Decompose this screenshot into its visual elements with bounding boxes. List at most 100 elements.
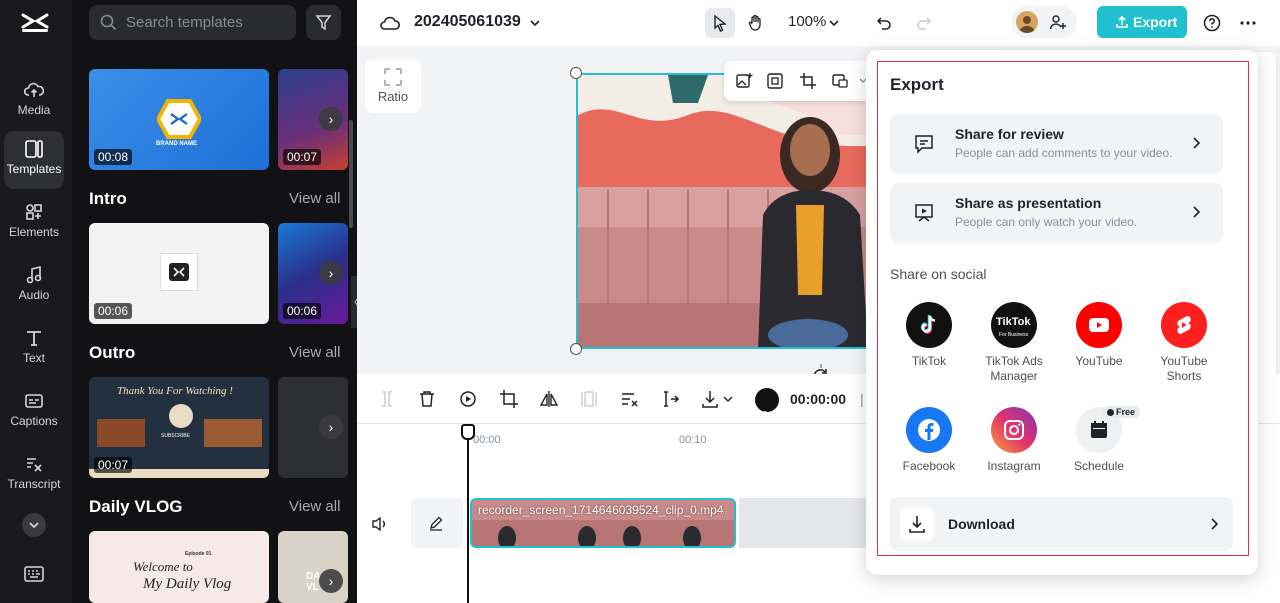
export-popup-title: Export: [890, 75, 944, 94]
export-button-label: Export: [1133, 14, 1178, 30]
download-icon: [909, 516, 925, 533]
template-thumb-brand[interactable]: BRAND NAME 00:08: [89, 69, 269, 170]
freeze-icon[interactable]: [579, 389, 599, 409]
nav-elements[interactable]: Elements: [4, 194, 64, 252]
undo-button[interactable]: [869, 8, 899, 38]
scroll-right-button[interactable]: ›: [319, 261, 343, 285]
split-icon[interactable]: [377, 389, 397, 409]
redo-button[interactable]: [909, 8, 939, 38]
collaborators-group[interactable]: [1011, 6, 1077, 38]
hand-icon: [748, 14, 761, 31]
keyboard-shortcuts-button[interactable]: [24, 566, 44, 587]
nav-media[interactable]: Media: [4, 72, 64, 130]
crop-icon[interactable]: [499, 389, 519, 409]
nav-audio-label: Audio: [18, 288, 50, 302]
help-button[interactable]: [1197, 8, 1227, 38]
templates-panel: Search templates BRAND NAME 00:08 00:07 …: [72, 0, 357, 603]
edit-cover-button[interactable]: [411, 498, 463, 548]
chevron-down-icon[interactable]: [828, 17, 840, 29]
delete-icon[interactable]: [417, 389, 437, 409]
clip-name: recorder_screen_1714646039524_clip_0.mp4: [478, 503, 724, 517]
playhead[interactable]: [467, 424, 469, 603]
template-thumb-outro-1[interactable]: Thank You For Watching ! SUBSCRIBE 00:07: [89, 377, 269, 478]
view-all-vlog-link[interactable]: View all: [289, 498, 340, 515]
replace-icon[interactable]: [831, 72, 849, 90]
nav-captions[interactable]: Captions: [4, 383, 64, 441]
scroll-right-button[interactable]: ›: [319, 107, 343, 131]
scroll-right-button[interactable]: ›: [319, 415, 343, 439]
volume-icon[interactable]: [371, 516, 389, 532]
chevron-right-icon: [1193, 137, 1201, 149]
ai-edit-icon[interactable]: [661, 389, 681, 409]
share-youtube-shorts-button[interactable]: YouTube Shorts: [1142, 302, 1226, 384]
captions-icon: [25, 394, 43, 408]
crop-icon[interactable]: [799, 72, 817, 90]
add-user-icon[interactable]: [1049, 13, 1067, 31]
template-thumb-vlog-1[interactable]: Episode 01 Welcome to My Daily Vlog: [89, 531, 269, 603]
avatar[interactable]: [1016, 11, 1038, 33]
nav-text[interactable]: Text: [4, 320, 64, 378]
ratio-button[interactable]: Ratio: [365, 59, 421, 113]
nav-audio[interactable]: Audio: [4, 257, 64, 315]
instagram-label: Instagram: [987, 459, 1041, 473]
download-button[interactable]: Download: [890, 497, 1233, 551]
more-options-button[interactable]: [1233, 8, 1263, 38]
undo-icon: [876, 17, 891, 30]
zoom-level[interactable]: 100%: [788, 13, 826, 30]
share-facebook-button[interactable]: Facebook: [887, 407, 971, 474]
download-icon[interactable]: [700, 389, 720, 409]
nav-templates-label: Templates: [6, 162, 62, 176]
chevron-down-icon[interactable]: [722, 393, 734, 405]
left-nav: Media Templates Elements Audio Text Capt…: [0, 0, 72, 603]
scroll-right-button[interactable]: ›: [319, 569, 343, 593]
tiktok-ads-label: TikTok Ads Manager: [985, 354, 1043, 383]
share-for-review-button[interactable]: Share for review People can add comments…: [890, 114, 1223, 174]
hand-tool-button[interactable]: [741, 8, 771, 38]
resize-handle[interactable]: [570, 67, 582, 79]
search-placeholder: Search templates: [126, 14, 243, 31]
template-thumb-vlog-2[interactable]: DA VL: [278, 531, 348, 603]
remove-background-icon[interactable]: [620, 389, 640, 409]
view-all-intro-link[interactable]: View all: [289, 190, 340, 207]
share-review-title: Share for review: [955, 126, 1064, 142]
nav-transcript[interactable]: Transcript: [4, 446, 64, 504]
youtube-shorts-icon: [1161, 302, 1207, 348]
welcome-text: Welcome to: [133, 559, 193, 574]
play-button[interactable]: [755, 388, 779, 420]
speed-icon[interactable]: [458, 389, 478, 409]
subscribe-text: SUBSCRIBE: [161, 433, 190, 439]
resize-handle[interactable]: [570, 343, 582, 355]
ratio-icon: [384, 68, 402, 86]
template-thumb-intro-1[interactable]: 00:06: [89, 223, 269, 324]
free-badge-dot: [1107, 409, 1114, 416]
chevron-down-icon[interactable]: [529, 17, 541, 29]
help-icon: [1203, 14, 1221, 32]
instagram-icon: [991, 407, 1037, 453]
section-title-daily-vlog: Daily VLOG: [89, 497, 183, 516]
share-instagram-button[interactable]: Instagram: [972, 407, 1056, 474]
share-as-presentation-button[interactable]: Share as presentation People can only wa…: [890, 183, 1223, 243]
flip-icon[interactable]: [539, 389, 559, 409]
fit-screen-icon[interactable]: [766, 72, 784, 90]
export-button[interactable]: Export: [1097, 6, 1187, 38]
nav-expand-button[interactable]: [22, 513, 46, 537]
canvas-floating-toolbar: [724, 61, 874, 101]
add-image-icon[interactable]: [735, 72, 753, 90]
project-name[interactable]: 202405061039: [414, 13, 521, 31]
brand-name-text: BRAND NAME: [156, 141, 197, 147]
video-preview[interactable]: [576, 73, 876, 349]
share-youtube-button[interactable]: YouTube: [1057, 302, 1141, 369]
share-tiktok-button[interactable]: TikTok: [887, 302, 971, 369]
playhead-handle[interactable]: [461, 424, 475, 440]
tiktok-business-logo-sub: For Business: [999, 332, 1029, 338]
filter-button[interactable]: [306, 5, 341, 40]
nav-templates[interactable]: Templates: [4, 131, 64, 189]
cloud-sync-icon[interactable]: [380, 15, 400, 31]
search-templates-input[interactable]: Search templates: [89, 5, 296, 40]
share-presentation-desc: People can only watch your video.: [955, 215, 1138, 229]
templates-scrollbar[interactable]: [349, 120, 353, 228]
select-tool-button[interactable]: [705, 8, 735, 38]
video-clip[interactable]: recorder_screen_1714646039524_clip_0.mp4: [470, 498, 736, 548]
share-tiktok-ads-button[interactable]: TikTok For Business TikTok Ads Manager: [972, 302, 1056, 384]
view-all-outro-link[interactable]: View all: [289, 344, 340, 361]
